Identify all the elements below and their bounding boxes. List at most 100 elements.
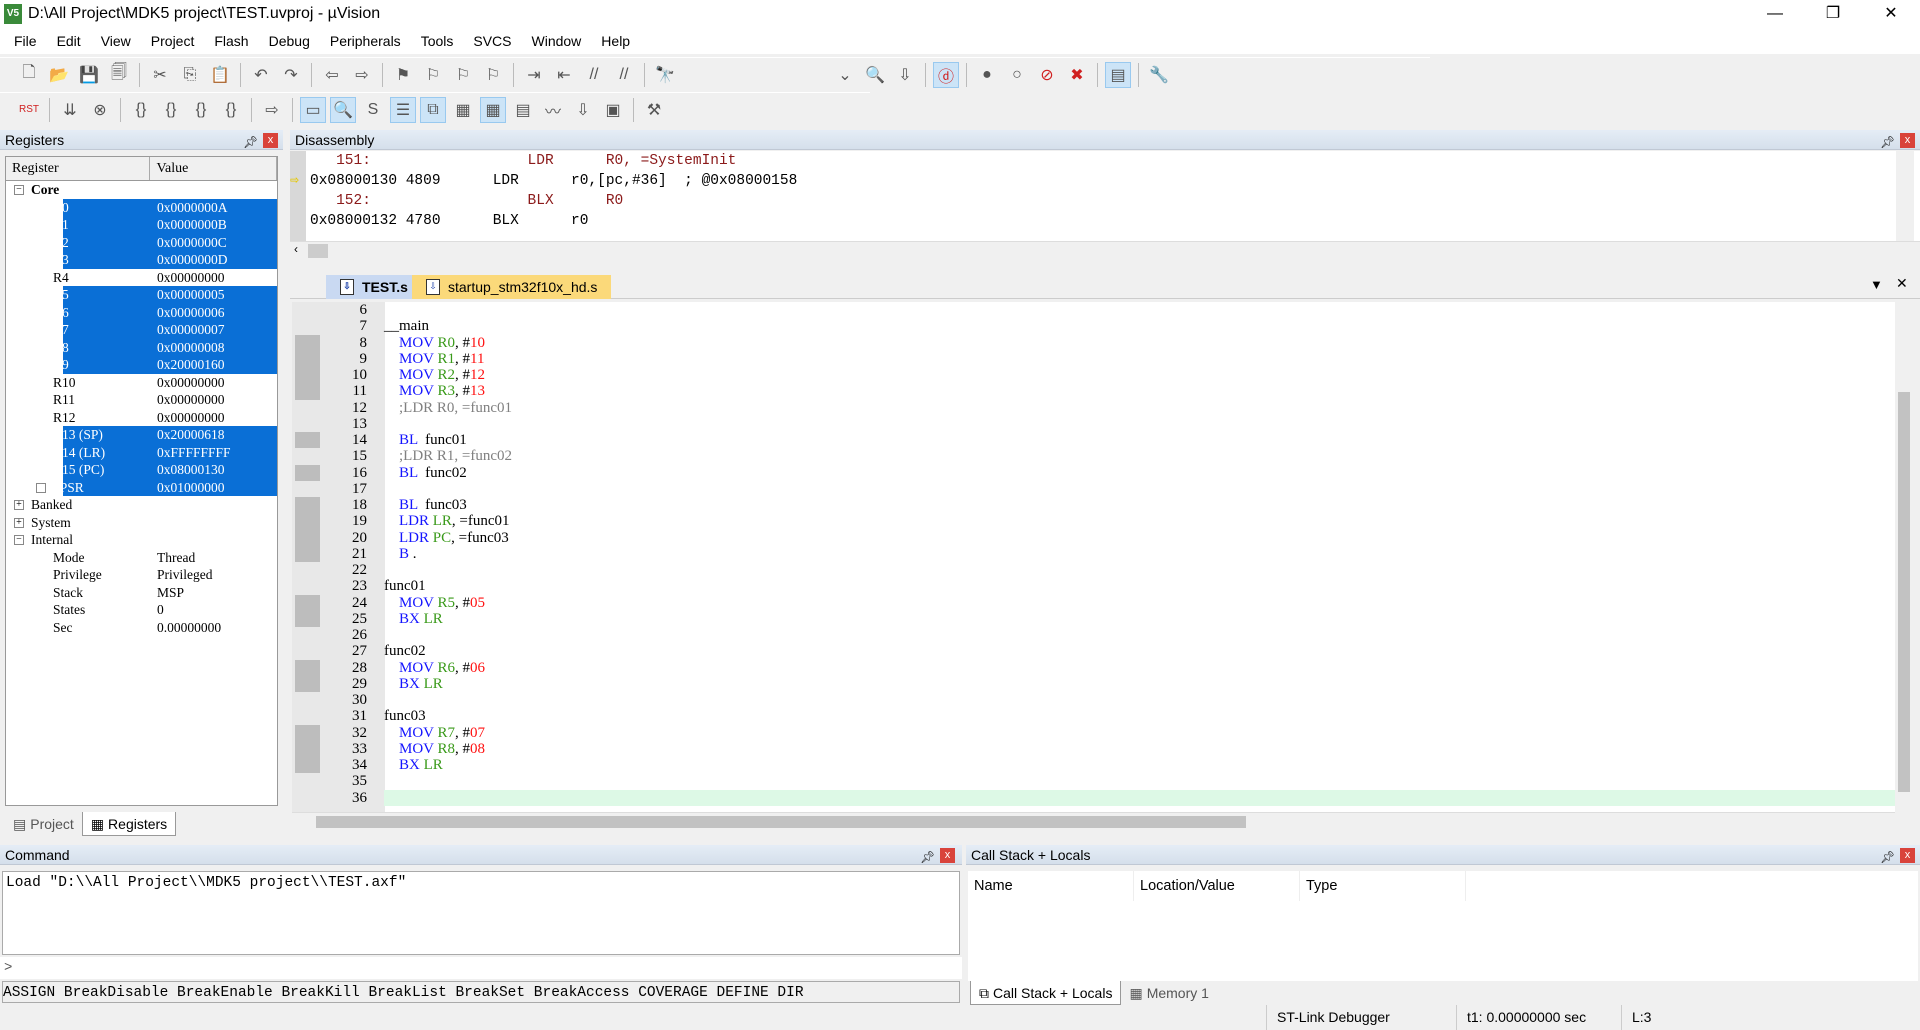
expand-icon[interactable]: +	[14, 517, 24, 528]
collapse-icon[interactable]: −	[14, 185, 24, 195]
close-panel-button[interactable]: x	[263, 133, 278, 148]
code-line[interactable]: 24 MOV R5, #05	[292, 594, 1895, 611]
dropdown-button[interactable]: ⌄	[832, 62, 858, 88]
disassembly-vscroll[interactable]	[1896, 151, 1914, 241]
code-line[interactable]: 12 ;LDR R0, =func01	[292, 400, 1895, 416]
menu-flash[interactable]: Flash	[204, 33, 258, 49]
code-line[interactable]: 13	[292, 416, 1895, 432]
code-line[interactable]: 15 ;LDR R1, =func02	[292, 448, 1895, 464]
redo-button[interactable]: ↷	[278, 62, 304, 88]
register-value[interactable]: 0x00000000	[157, 269, 225, 287]
toolbox-button[interactable]: ⚒	[641, 97, 667, 123]
register-row[interactable]: R15 (PC) 0x08000130	[6, 461, 277, 479]
pin-icon[interactable]: 📌︎	[1880, 847, 1895, 867]
paste-button[interactable]: 📋	[207, 62, 233, 88]
tab-call-stack[interactable]: ⧉ Call Stack + Locals	[970, 981, 1122, 1005]
code-line[interactable]: 11 MOV R3, #13	[292, 383, 1895, 400]
tab-test-s[interactable]: ⇩ TEST.s	[326, 275, 422, 299]
pin-icon[interactable]: 📌︎	[1880, 132, 1895, 152]
register-value[interactable]: 0x0000000B	[157, 216, 227, 234]
undo-button[interactable]: ↶	[248, 62, 274, 88]
editor-vscroll[interactable]	[1895, 302, 1913, 812]
find-in-files-button[interactable]: 🔭	[652, 62, 678, 88]
comment-button[interactable]: //	[581, 62, 607, 88]
reset-button[interactable]: RST	[16, 97, 42, 123]
new-file-button[interactable]: 🗋	[16, 62, 42, 88]
register-value[interactable]: Privileged	[157, 566, 213, 584]
register-value[interactable]: Thread	[157, 549, 195, 567]
register-row[interactable]: + xPSR 0x01000000	[6, 478, 277, 497]
analysis-windows-button[interactable]: 〰	[540, 97, 566, 123]
menu-edit[interactable]: Edit	[47, 33, 91, 49]
menu-svcs[interactable]: SVCS	[463, 33, 521, 49]
register-value[interactable]: 0x01000000	[157, 479, 225, 497]
symbols-window-button[interactable]: S	[360, 97, 386, 123]
disassembly-window-button[interactable]: 🔍	[330, 96, 356, 123]
cut-button[interactable]: ✂	[147, 62, 173, 88]
window-layout-button[interactable]: ▤	[1105, 61, 1131, 88]
save-all-button[interactable]: 🗐	[106, 62, 132, 88]
editor-hscroll[interactable]	[292, 812, 1895, 830]
close-panel-button[interactable]: x	[940, 848, 955, 863]
column-name[interactable]: Name	[968, 871, 1134, 901]
code-line[interactable]: 22	[292, 562, 1895, 578]
unindent-button[interactable]: ⇤	[551, 62, 577, 88]
internal-row[interactable]: States 0	[6, 601, 277, 619]
pin-icon[interactable]: 📌︎	[920, 847, 935, 867]
command-window-button[interactable]: ▭	[300, 96, 326, 123]
uncomment-button[interactable]: //	[611, 62, 637, 88]
register-row[interactable]: R12 0x00000000	[6, 409, 277, 427]
maximize-button[interactable]: ❐	[1804, 0, 1862, 28]
prev-bookmark-button[interactable]: ⚐	[420, 62, 446, 88]
code-line[interactable]: 23 func01	[292, 578, 1895, 594]
menu-peripherals[interactable]: Peripherals	[320, 33, 411, 49]
register-row[interactable]: R1 0x0000000B	[6, 216, 277, 234]
run-to-cursor-button[interactable]: {}	[218, 97, 244, 123]
register-row[interactable]: R3 0x0000000D	[6, 251, 277, 269]
column-type[interactable]: Type	[1300, 871, 1466, 901]
menu-debug[interactable]: Debug	[259, 33, 320, 49]
command-input[interactable]	[20, 958, 962, 978]
configure-button[interactable]: 🔧	[1146, 62, 1172, 88]
register-value[interactable]: 0x0000000C	[157, 234, 227, 252]
collapse-icon[interactable]: −	[14, 535, 24, 545]
show-next-statement-button[interactable]: ⇨	[259, 97, 285, 123]
code-line[interactable]: 18 BL func03	[292, 497, 1895, 514]
register-value[interactable]: 0x08000130	[157, 461, 225, 479]
close-panel-button[interactable]: x	[1900, 133, 1915, 148]
bookmark-button[interactable]: ⚑	[390, 62, 416, 88]
code-line[interactable]: 14 BL func01	[292, 432, 1895, 449]
tab-memory-1[interactable]: ▦ Memory 1	[1121, 981, 1216, 1005]
code-line[interactable]: 32 MOV R7, #07	[292, 724, 1895, 741]
code-line[interactable]: 31 func03	[292, 708, 1895, 724]
register-value[interactable]: 0x00000000	[157, 391, 225, 409]
call-stack-window-button[interactable]: ⧉	[420, 96, 446, 123]
open-file-button[interactable]: 📂	[46, 62, 72, 88]
copy-button[interactable]: ⎘	[177, 62, 203, 88]
indent-button[interactable]: ⇥	[521, 62, 547, 88]
column-register[interactable]: Register	[6, 157, 151, 180]
tab-startup-stm32f10x-hd-s[interactable]: ⇩ startup_stm32f10x_hd.s	[412, 275, 612, 299]
code-line[interactable]: 33 MOV R8, #08	[292, 740, 1895, 757]
group-system[interactable]: + System	[6, 514, 277, 532]
close-tab-button[interactable]: ✕	[1896, 275, 1908, 292]
nav-forward-button[interactable]: ⇨	[349, 62, 375, 88]
code-line[interactable]: 20 LDR PC, =func03	[292, 529, 1895, 546]
register-row[interactable]: R6 0x00000006	[6, 303, 277, 321]
kill-all-breakpoints-button[interactable]: ✖	[1064, 62, 1090, 88]
tab-registers[interactable]: ▦ Registers	[81, 812, 177, 836]
register-row[interactable]: R14 (LR) 0xFFFFFFFF	[6, 443, 277, 462]
minimize-button[interactable]: —	[1746, 0, 1804, 28]
register-value[interactable]: 0x00000000	[157, 409, 225, 427]
code-line[interactable]: 19 LDR LR, =func01	[292, 513, 1895, 530]
code-line[interactable]: 8 MOV R0, #10	[292, 334, 1895, 351]
register-value[interactable]: 0xFFFFFFFF	[157, 444, 231, 462]
breakpoint-button[interactable]: ●	[974, 62, 1000, 88]
disable-breakpoint-button[interactable]: ○	[1004, 62, 1030, 88]
source-line[interactable]: 152: BLX R0	[290, 191, 1920, 211]
code-line[interactable]: 16 BL func02	[292, 464, 1895, 481]
expand-icon[interactable]: +	[14, 500, 24, 510]
save-button[interactable]: 💾	[76, 62, 102, 88]
code-line[interactable]: 27 func02	[292, 643, 1895, 659]
serial-windows-button[interactable]: ▤	[510, 97, 536, 123]
